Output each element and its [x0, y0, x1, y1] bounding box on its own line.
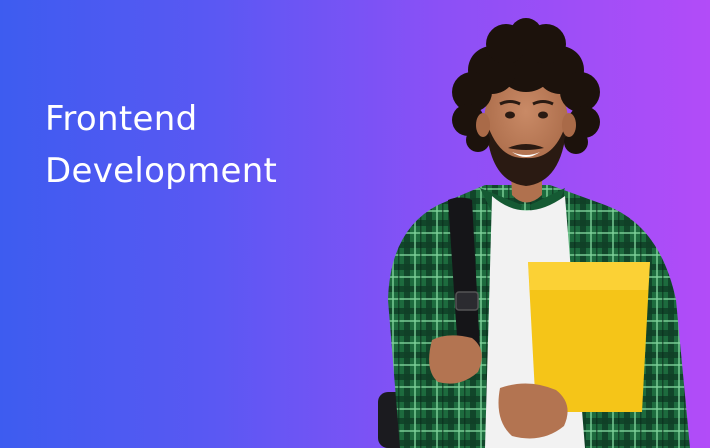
- right-hand: [498, 383, 568, 439]
- course-banner: Frontend Development: [0, 0, 710, 448]
- course-title: Frontend Development: [45, 93, 277, 197]
- title-line-2: Development: [45, 151, 278, 191]
- title-line-1: Frontend: [45, 99, 198, 139]
- student-photo: [378, 18, 690, 448]
